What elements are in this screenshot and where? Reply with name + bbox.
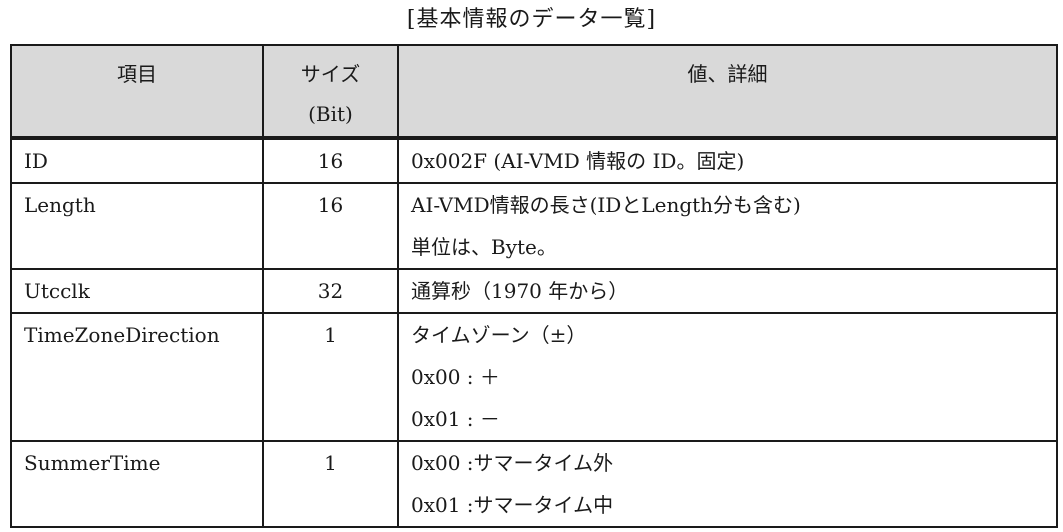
item-label: SummerTime xyxy=(24,451,161,475)
size-value: 1 xyxy=(324,323,337,347)
table-row-summer-time: SummerTime 1 0x00 :サマータイム外 0x01 :サマータイム中 xyxy=(10,440,1058,528)
header-item-label: 項目 xyxy=(117,62,157,86)
table-row-length: Length 16 AI-VMD情報の長さ(IDとLength分も含む) 単位は… xyxy=(10,182,1058,270)
cell-detail: 通算秒（1970 年から） xyxy=(397,268,1058,314)
cell-size: 1 xyxy=(262,440,399,528)
cell-size: 16 xyxy=(262,182,399,270)
cell-detail: 0x002F (AI-VMD 情報の ID。固定) xyxy=(397,137,1058,184)
header-detail-label: 値、詳細 xyxy=(687,62,768,86)
table-row-utcclk: Utcclk 32 通算秒（1970 年から） xyxy=(10,268,1058,314)
basic-info-table: 項目 サイズ (Bit) 値、詳細 ID 16 0x002F (AI-VMD 情… xyxy=(10,44,1058,528)
item-label: ID xyxy=(24,149,48,173)
cell-item: Utcclk xyxy=(10,268,264,314)
size-value: 32 xyxy=(317,279,344,303)
cell-item: SummerTime xyxy=(10,440,264,528)
detail-line: AI-VMD情報の長さ(IDとLength分も含む) xyxy=(411,193,801,217)
header-size: サイズ (Bit) xyxy=(262,44,399,140)
cell-item: ID xyxy=(10,137,264,184)
table-row-timezone-direction: TimeZoneDirection 1 タイムゾーン（±） 0x00 : ＋ 0… xyxy=(10,312,1058,442)
item-label: Length xyxy=(24,193,96,217)
detail-line: 0x01 : － xyxy=(411,407,500,431)
size-value: 1 xyxy=(324,451,337,475)
cell-detail: タイムゾーン（±） 0x00 : ＋ 0x01 : － xyxy=(397,312,1058,442)
size-value: 16 xyxy=(317,149,344,173)
detail-line: 0x002F (AI-VMD 情報の ID。固定) xyxy=(411,149,745,173)
item-label: Utcclk xyxy=(24,279,90,303)
table-caption: [基本情報のデータ一覧] xyxy=(406,7,657,32)
table-row-id: ID 16 0x002F (AI-VMD 情報の ID。固定) xyxy=(10,137,1058,184)
detail-line: 単位は、Byte。 xyxy=(411,235,557,259)
header-item: 項目 xyxy=(10,44,264,140)
detail-line: 通算秒（1970 年から） xyxy=(411,279,629,303)
header-row: 項目 サイズ (Bit) 値、詳細 xyxy=(10,44,1058,140)
header-size-unit: (Bit) xyxy=(308,102,353,126)
size-value: 16 xyxy=(317,193,344,217)
detail-line: 0x01 :サマータイム中 xyxy=(411,493,614,517)
cell-detail: AI-VMD情報の長さ(IDとLength分も含む) 単位は、Byte。 xyxy=(397,182,1058,270)
header-detail: 値、詳細 xyxy=(397,44,1058,140)
cell-size: 32 xyxy=(262,268,399,314)
cell-detail: 0x00 :サマータイム外 0x01 :サマータイム中 xyxy=(397,440,1058,528)
item-label: TimeZoneDirection xyxy=(24,323,220,347)
header-size-label: サイズ xyxy=(300,62,361,86)
cell-size: 1 xyxy=(262,312,399,442)
detail-line: 0x00 : ＋ xyxy=(411,365,500,389)
cell-size: 16 xyxy=(262,137,399,184)
detail-line: タイムゾーン（±） xyxy=(411,323,587,347)
detail-line: 0x00 :サマータイム外 xyxy=(411,451,614,475)
cell-item: Length xyxy=(10,182,264,270)
cell-item: TimeZoneDirection xyxy=(10,312,264,442)
